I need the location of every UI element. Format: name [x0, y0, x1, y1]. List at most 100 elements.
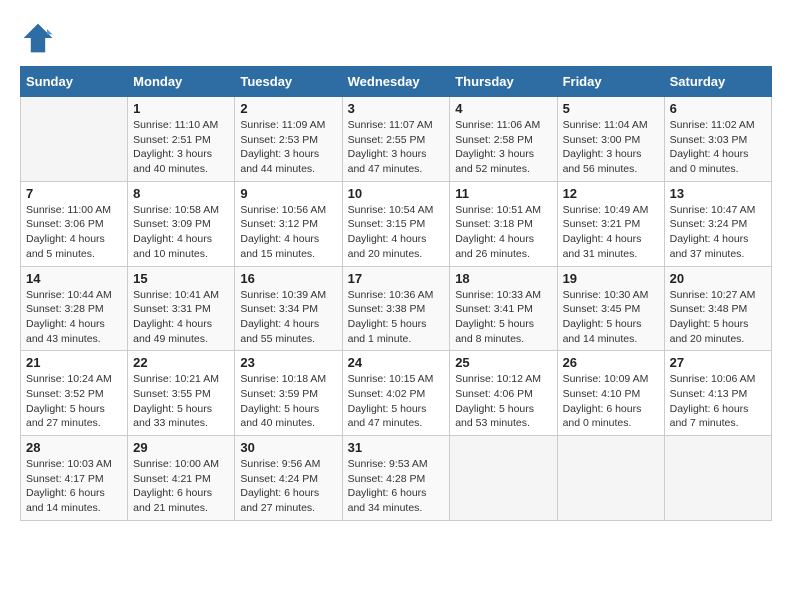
calendar-day-cell: 3 Sunrise: 11:07 AMSunset: 2:55 PMDayligh…	[342, 97, 450, 182]
day-number: 29	[133, 440, 229, 455]
weekday-header-cell: Sunday	[21, 67, 128, 97]
calendar-day-cell: 7 Sunrise: 11:00 AMSunset: 3:06 PMDayligh…	[21, 181, 128, 266]
calendar-day-cell: 23Sunrise: 10:18 AMSunset: 3:59 PMDaylig…	[235, 351, 342, 436]
day-number: 19	[563, 271, 659, 286]
day-number: 27	[670, 355, 766, 370]
calendar-day-cell: 31Sunrise: 9:53 AMSunset: 4:28 PMDayligh…	[342, 436, 450, 521]
day-info: Sunrise: 10:24 AMSunset: 3:52 PMDaylight…	[26, 372, 122, 431]
weekday-header-cell: Friday	[557, 67, 664, 97]
weekday-header-cell: Monday	[128, 67, 235, 97]
calendar-day-cell: 6 Sunrise: 11:02 AMSunset: 3:03 PMDayligh…	[664, 97, 771, 182]
page-header	[20, 20, 772, 56]
calendar-day-cell: 28 Sunrise: 10:03 AMSunset: 4:17 PMDaylig…	[21, 436, 128, 521]
calendar-day-cell: 5 Sunrise: 11:04 AMSunset: 3:00 PMDayligh…	[557, 97, 664, 182]
day-info: Sunrise: 11:06 AMSunset: 2:58 PMDaylight…	[455, 118, 551, 177]
day-number: 3	[348, 101, 445, 116]
weekday-header-cell: Thursday	[450, 67, 557, 97]
calendar-day-cell: 9 Sunrise: 10:56 AMSunset: 3:12 PMDayligh…	[235, 181, 342, 266]
day-number: 15	[133, 271, 229, 286]
day-number: 14	[26, 271, 122, 286]
calendar-day-cell: 21 Sunrise: 10:24 AMSunset: 3:52 PMDaylig…	[21, 351, 128, 436]
day-info: Sunrise: 10:12 AMSunset: 4:06 PMDaylight…	[455, 372, 551, 431]
day-number: 25	[455, 355, 551, 370]
day-number: 10	[348, 186, 445, 201]
calendar-day-cell: 15 Sunrise: 10:41 AMSunset: 3:31 PMDaylig…	[128, 266, 235, 351]
day-info: Sunrise: 11:09 AMSunset: 2:53 PMDaylight…	[240, 118, 336, 177]
day-info: Sunrise: 10:30 AMSunset: 3:45 PMDaylight…	[563, 288, 659, 347]
calendar-day-cell: 22Sunrise: 10:21 AMSunset: 3:55 PMDaylig…	[128, 351, 235, 436]
day-info: Sunrise: 10:27 AMSunset: 3:48 PMDaylight…	[670, 288, 766, 347]
day-number: 11	[455, 186, 551, 201]
day-info: Sunrise: 11:02 AMSunset: 3:03 PMDaylight…	[670, 118, 766, 177]
weekday-header-cell: Wednesday	[342, 67, 450, 97]
day-info: Sunrise: 10:51 AMSunset: 3:18 PMDaylight…	[455, 203, 551, 262]
day-info: Sunrise: 9:53 AMSunset: 4:28 PMDaylight:…	[348, 457, 445, 516]
day-info: Sunrise: 10:56 AMSunset: 3:12 PMDaylight…	[240, 203, 336, 262]
day-number: 12	[563, 186, 659, 201]
calendar-table: SundayMondayTuesdayWednesdayThursdayFrid…	[20, 66, 772, 521]
day-number: 6	[670, 101, 766, 116]
day-info: Sunrise: 10:39 AMSunset: 3:34 PMDaylight…	[240, 288, 336, 347]
day-number: 26	[563, 355, 659, 370]
calendar-day-cell: 14 Sunrise: 10:44 AMSunset: 3:28 PMDaylig…	[21, 266, 128, 351]
day-number: 13	[670, 186, 766, 201]
calendar-day-cell: 1 Sunrise: 11:10 AMSunset: 2:51 PMDayligh…	[128, 97, 235, 182]
calendar-day-cell	[21, 97, 128, 182]
day-number: 9	[240, 186, 336, 201]
day-info: Sunrise: 10:09 AMSunset: 4:10 PMDaylight…	[563, 372, 659, 431]
day-info: Sunrise: 10:47 AMSunset: 3:24 PMDaylight…	[670, 203, 766, 262]
day-info: Sunrise: 10:58 AMSunset: 3:09 PMDaylight…	[133, 203, 229, 262]
day-info: Sunrise: 11:04 AMSunset: 3:00 PMDaylight…	[563, 118, 659, 177]
calendar-day-cell: 30 Sunrise: 9:56 AMSunset: 4:24 PMDayligh…	[235, 436, 342, 521]
day-info: Sunrise: 11:00 AMSunset: 3:06 PMDaylight…	[26, 203, 122, 262]
day-number: 28	[26, 440, 122, 455]
day-info: Sunrise: 11:07 AMSunset: 2:55 PMDaylight…	[348, 118, 445, 177]
day-number: 18	[455, 271, 551, 286]
calendar-day-cell	[557, 436, 664, 521]
calendar-day-cell	[664, 436, 771, 521]
calendar-header-row: SundayMondayTuesdayWednesdayThursdayFrid…	[21, 67, 772, 97]
calendar-day-cell: 18Sunrise: 10:33 AMSunset: 3:41 PMDaylig…	[450, 266, 557, 351]
calendar-body: 1 Sunrise: 11:10 AMSunset: 2:51 PMDayligh…	[21, 97, 772, 521]
day-number: 24	[348, 355, 445, 370]
day-number: 21	[26, 355, 122, 370]
calendar-day-cell: 19 Sunrise: 10:30 AMSunset: 3:45 PMDaylig…	[557, 266, 664, 351]
day-info: Sunrise: 10:41 AMSunset: 3:31 PMDaylight…	[133, 288, 229, 347]
day-number: 5	[563, 101, 659, 116]
day-info: Sunrise: 10:06 AMSunset: 4:13 PMDaylight…	[670, 372, 766, 431]
day-number: 23	[240, 355, 336, 370]
calendar-week-row: 28 Sunrise: 10:03 AMSunset: 4:17 PMDaylig…	[21, 436, 772, 521]
day-number: 22	[133, 355, 229, 370]
day-info: Sunrise: 11:10 AMSunset: 2:51 PMDaylight…	[133, 118, 229, 177]
calendar-day-cell: 10 Sunrise: 10:54 AMSunset: 3:15 PMDaylig…	[342, 181, 450, 266]
calendar-day-cell: 24 Sunrise: 10:15 AMSunset: 4:02 PMDaylig…	[342, 351, 450, 436]
day-info: Sunrise: 10:00 AMSunset: 4:21 PMDaylight…	[133, 457, 229, 516]
calendar-day-cell: 12 Sunrise: 10:49 AMSunset: 3:21 PMDaylig…	[557, 181, 664, 266]
logo-icon	[20, 20, 56, 56]
calendar-week-row: 14 Sunrise: 10:44 AMSunset: 3:28 PMDaylig…	[21, 266, 772, 351]
calendar-day-cell: 13 Sunrise: 10:47 AMSunset: 3:24 PMDaylig…	[664, 181, 771, 266]
day-info: Sunrise: 9:56 AMSunset: 4:24 PMDaylight:…	[240, 457, 336, 516]
day-info: Sunrise: 10:44 AMSunset: 3:28 PMDaylight…	[26, 288, 122, 347]
day-number: 17	[348, 271, 445, 286]
day-number: 8	[133, 186, 229, 201]
day-number: 7	[26, 186, 122, 201]
day-info: Sunrise: 10:49 AMSunset: 3:21 PMDaylight…	[563, 203, 659, 262]
day-info: Sunrise: 10:36 AMSunset: 3:38 PMDaylight…	[348, 288, 445, 347]
day-info: Sunrise: 10:15 AMSunset: 4:02 PMDaylight…	[348, 372, 445, 431]
logo	[20, 20, 60, 56]
calendar-day-cell: 11 Sunrise: 10:51 AMSunset: 3:18 PMDaylig…	[450, 181, 557, 266]
calendar-week-row: 1 Sunrise: 11:10 AMSunset: 2:51 PMDayligh…	[21, 97, 772, 182]
calendar-week-row: 7 Sunrise: 11:00 AMSunset: 3:06 PMDayligh…	[21, 181, 772, 266]
day-number: 4	[455, 101, 551, 116]
calendar-day-cell: 8 Sunrise: 10:58 AMSunset: 3:09 PMDayligh…	[128, 181, 235, 266]
day-number: 16	[240, 271, 336, 286]
day-info: Sunrise: 10:54 AMSunset: 3:15 PMDaylight…	[348, 203, 445, 262]
calendar-week-row: 21 Sunrise: 10:24 AMSunset: 3:52 PMDaylig…	[21, 351, 772, 436]
day-number: 20	[670, 271, 766, 286]
calendar-day-cell: 26 Sunrise: 10:09 AMSunset: 4:10 PMDaylig…	[557, 351, 664, 436]
day-number: 2	[240, 101, 336, 116]
day-number: 1	[133, 101, 229, 116]
day-info: Sunrise: 10:03 AMSunset: 4:17 PMDaylight…	[26, 457, 122, 516]
day-number: 30	[240, 440, 336, 455]
